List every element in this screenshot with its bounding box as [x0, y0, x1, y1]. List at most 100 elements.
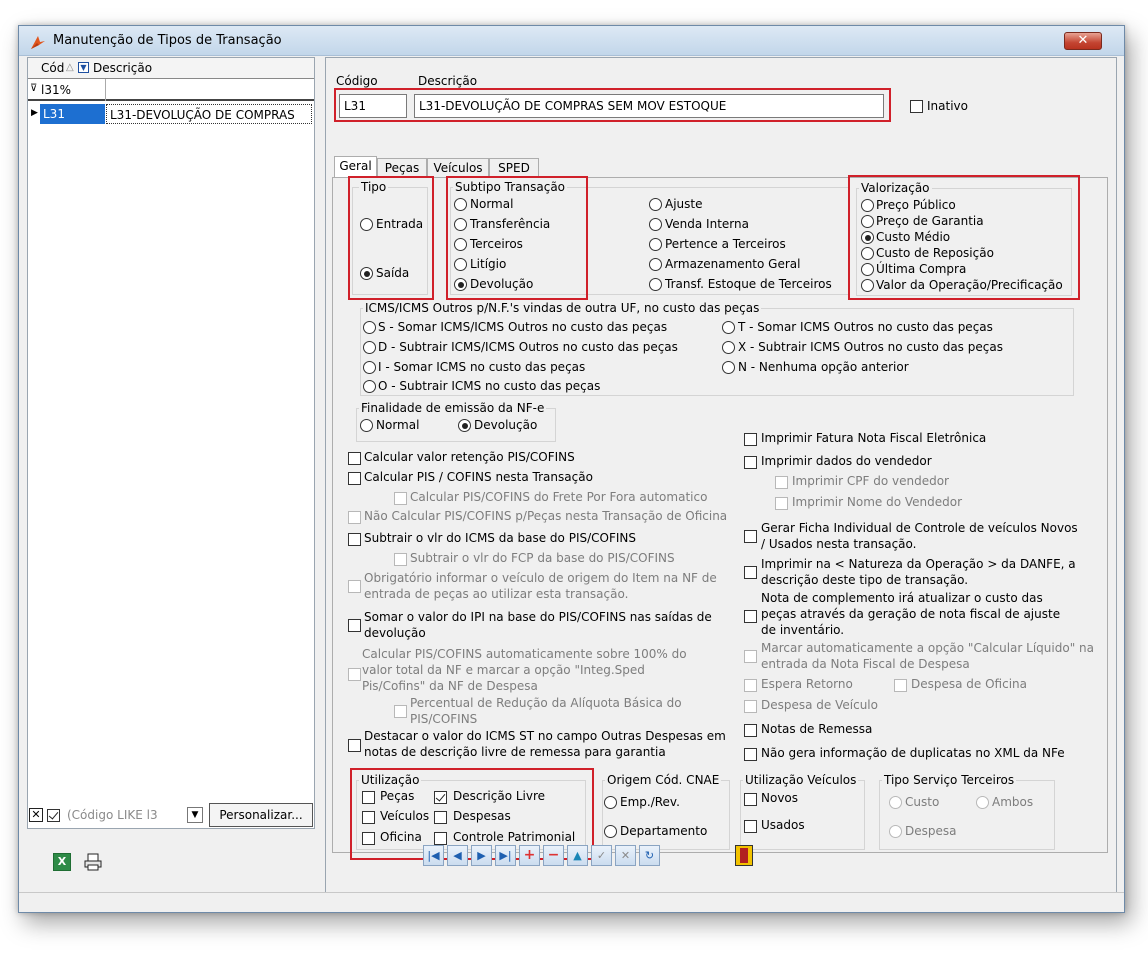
servico-ambos-radio[interactable]: [976, 796, 989, 809]
marcar-calc-liquido-label: Marcar automaticamente a opção "Calcular…: [761, 641, 1094, 671]
icms-i-radio[interactable]: [363, 361, 376, 374]
tab-geral[interactable]: Geral: [334, 156, 377, 178]
print-icon[interactable]: [83, 852, 103, 872]
first-icon: |◀: [427, 849, 440, 862]
imprimir-cpf-checkbox[interactable]: [775, 476, 788, 489]
subtipo-pertence-radio[interactable]: [649, 238, 662, 251]
despesa-oficina-checkbox[interactable]: [894, 679, 907, 692]
calc-retencao-checkbox[interactable]: [348, 452, 361, 465]
finalidade-normal-label: Normal: [376, 418, 420, 432]
nota-complemento-label: Nota de complemento irá atualizar o cust…: [761, 591, 1061, 637]
icms-n-radio[interactable]: [722, 361, 735, 374]
destacar-icms-st-checkbox[interactable]: [348, 739, 361, 752]
icms-o-radio[interactable]: [363, 380, 376, 393]
confirm-button[interactable]: ✓: [591, 845, 612, 866]
close-button[interactable]: ✕: [1064, 32, 1102, 50]
nao-calc-pecas-checkbox[interactable]: [348, 511, 361, 524]
finalidade-devolucao-radio[interactable]: [458, 419, 471, 432]
sort-asc-icon[interactable]: △: [66, 62, 74, 73]
first-record-button[interactable]: |◀: [423, 845, 444, 866]
row-description: L31-DEVOLUÇÃO DE COMPRAS: [106, 104, 312, 124]
icms-d-label: D - Subtrair ICMS/ICMS Outros no custo d…: [378, 340, 678, 354]
highlight-valorizacao: [848, 175, 1080, 300]
cnae-departamento-radio[interactable]: [604, 825, 617, 838]
marcar-calc-liquido-checkbox[interactable]: [744, 650, 757, 663]
tab-veiculos[interactable]: Veículos: [427, 158, 489, 178]
subtrair-icms-label: Subtrair o vlr do ICMS da base do PIS/CO…: [364, 531, 637, 545]
icms-d-radio[interactable]: [363, 341, 376, 354]
cnae-departamento-label: Departamento: [620, 824, 708, 838]
edit-record-button[interactable]: ▲: [567, 845, 588, 866]
cnae-emp-rev-radio[interactable]: [604, 796, 617, 809]
excel-export-icon[interactable]: X: [53, 853, 71, 871]
exit-button[interactable]: [735, 845, 753, 866]
subtipo-venda-interna-label: Venda Interna: [665, 217, 749, 231]
tab-pecas[interactable]: Peças: [377, 158, 427, 178]
imprimir-vendedor-checkbox[interactable]: [744, 456, 757, 469]
add-record-button[interactable]: +: [519, 845, 540, 866]
despesa-veiculo-checkbox[interactable]: [744, 700, 757, 713]
calc-frete-checkbox[interactable]: [394, 492, 407, 505]
row-code: L31: [40, 104, 105, 124]
next-record-button[interactable]: ▶: [471, 845, 492, 866]
table-row[interactable]: ▶ L31 L31-DEVOLUÇÃO DE COMPRAS: [28, 104, 314, 124]
calc-100-checkbox[interactable]: [348, 668, 361, 681]
prev-record-button[interactable]: ◀: [447, 845, 468, 866]
nao-gera-duplicatas-checkbox[interactable]: [744, 748, 757, 761]
nao-gera-duplicatas-label: Não gera informação de duplicatas no XML…: [761, 746, 1065, 760]
column-description-header[interactable]: Descrição: [90, 58, 270, 78]
subtipo-transf-estoque-radio[interactable]: [649, 278, 662, 291]
highlight-tipo: [348, 176, 434, 300]
nota-complemento-checkbox[interactable]: [744, 610, 757, 623]
imprimir-nome-checkbox[interactable]: [775, 497, 788, 510]
finalidade-normal-radio[interactable]: [360, 419, 373, 432]
cnae-group: Origem Cód. CNAE: [602, 773, 730, 850]
veic-usados-label: Usados: [761, 818, 805, 832]
delete-record-button[interactable]: −: [543, 845, 564, 866]
filter-icon[interactable]: ▼: [78, 62, 89, 73]
subtrair-fcp-checkbox[interactable]: [394, 553, 407, 566]
imprimir-vendedor-label: Imprimir dados do vendedor: [761, 454, 932, 468]
icms-x-radio[interactable]: [722, 341, 735, 354]
icms-i-label: I - Somar ICMS no custo das peças: [378, 360, 586, 374]
refresh-button[interactable]: ↻: [639, 845, 660, 866]
tab-sped[interactable]: SPED: [489, 158, 539, 178]
filter-dropdown-icon[interactable]: ▼: [187, 807, 203, 823]
customize-button[interactable]: Personalizar...: [209, 803, 313, 827]
servico-despesa-radio[interactable]: [889, 825, 902, 838]
calc-pis-cofins-label: Calcular PIS / COFINS nesta Transação: [364, 470, 593, 484]
subtipo-armazenamento-radio[interactable]: [649, 258, 662, 271]
percentual-reducao-checkbox[interactable]: [394, 705, 407, 718]
servico-custo-radio[interactable]: [889, 796, 902, 809]
clear-filter-icon[interactable]: ✕: [29, 808, 43, 822]
subtipo-venda-interna-radio[interactable]: [649, 218, 662, 231]
last-record-button[interactable]: ▶|: [495, 845, 516, 866]
despesa-veiculo-label: Despesa de Veículo: [761, 698, 878, 712]
imprimir-natureza-checkbox[interactable]: [744, 566, 757, 579]
somar-ipi-checkbox[interactable]: [348, 619, 361, 632]
cancel-button[interactable]: ✕: [615, 845, 636, 866]
icms-s-radio[interactable]: [363, 321, 376, 334]
gerar-ficha-checkbox[interactable]: [744, 530, 757, 543]
notas-remessa-checkbox[interactable]: [744, 724, 757, 737]
subtipo-ajuste-radio[interactable]: [649, 198, 662, 211]
veic-novos-checkbox[interactable]: [744, 793, 757, 806]
column-code-header[interactable]: Cód: [38, 58, 66, 78]
inactive-label: Inativo: [927, 99, 968, 113]
obrigatorio-veiculo-checkbox[interactable]: [348, 580, 361, 593]
delete-icon: −: [547, 847, 560, 863]
calc-pis-cofins-checkbox[interactable]: [348, 472, 361, 485]
inactive-checkbox[interactable]: [910, 100, 923, 113]
subtipo-transf-estoque-label: Transf. Estoque de Terceiros: [665, 277, 832, 291]
cancel-icon: ✕: [620, 849, 631, 862]
row-pointer-icon: ▶: [31, 108, 38, 118]
filter-enabled-checkbox[interactable]: [47, 809, 60, 822]
espera-retorno-checkbox[interactable]: [744, 679, 757, 692]
next-icon: ▶: [477, 849, 486, 862]
subtrair-icms-checkbox[interactable]: [348, 533, 361, 546]
servico-despesa-label: Despesa: [905, 824, 957, 838]
icms-t-radio[interactable]: [722, 321, 735, 334]
imprimir-fatura-checkbox[interactable]: [744, 433, 757, 446]
veic-usados-checkbox[interactable]: [744, 820, 757, 833]
code-filter-input[interactable]: l31%: [38, 80, 98, 100]
